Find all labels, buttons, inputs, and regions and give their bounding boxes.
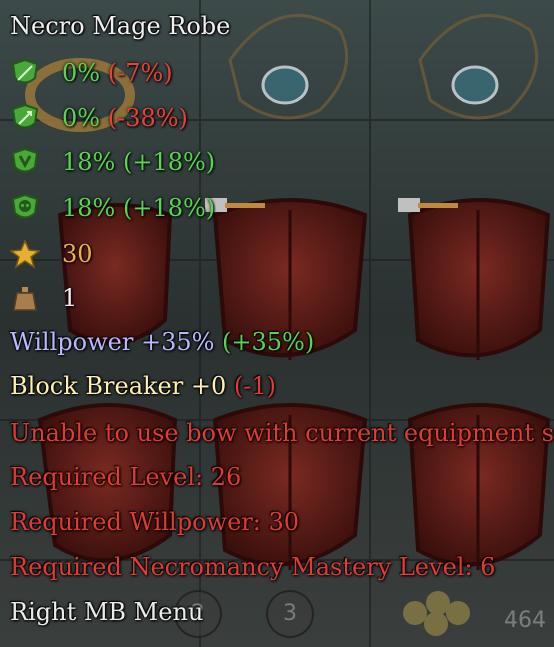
attribute-name: Willpower	[10, 328, 134, 356]
piercing-shield-icon	[10, 103, 40, 133]
block-breaker-value: +0	[190, 372, 227, 400]
warning-bow-unusable: Unable to use bow with current equipment…	[10, 419, 554, 447]
stat-value: 0%	[62, 59, 101, 87]
item-name: Necro Mage Robe	[10, 12, 231, 40]
stat-row-value: 30	[62, 239, 93, 269]
item-tooltip: Necro Mage Robe 0% (-7%) 0% (-38%) 18% (…	[0, 0, 554, 647]
stat-delta: (+18%)	[122, 148, 216, 176]
stat-value: 18%	[62, 194, 116, 222]
arrow-shield-icon	[10, 58, 40, 88]
attribute-delta: (+35%)	[222, 328, 315, 356]
requirement-willpower: Required Willpower: 30	[10, 508, 299, 536]
stat-value: 0%	[62, 104, 101, 132]
block-breaker-row: Block Breaker +0 (-1)	[10, 371, 276, 401]
stat-row-weight: 1	[62, 283, 77, 313]
requirement-level: Required Level: 26	[10, 463, 242, 491]
stat-row-arrow-defense: 0% (-7%)	[62, 58, 173, 88]
stat-value: 30	[62, 240, 93, 268]
block-breaker-name: Block Breaker	[10, 372, 184, 400]
stat-delta: (-38%)	[107, 104, 188, 132]
stat-value: 18%	[62, 148, 116, 176]
star-icon	[10, 239, 40, 269]
weight-icon	[10, 283, 40, 313]
stat-value: 1	[62, 284, 78, 312]
magic-shield-icon	[10, 147, 40, 177]
block-breaker-delta: (-1)	[233, 372, 276, 400]
stat-row-poison-defense: 18% (+18%)	[62, 193, 215, 223]
skull-shield-icon	[10, 193, 40, 223]
stat-row-magic-defense: 18% (+18%)	[62, 147, 215, 177]
stat-delta: (+18%)	[122, 194, 216, 222]
attribute-row-willpower: Willpower +35% (+35%)	[10, 327, 314, 357]
attribute-value: +35%	[140, 328, 215, 356]
stat-delta: (-7%)	[107, 59, 173, 87]
requirement-necromancy-mastery: Required Necromancy Mastery Level: 6	[10, 553, 496, 581]
right-mouse-menu-hint: Right MB Menu	[10, 598, 204, 626]
stat-row-piercing-defense: 0% (-38%)	[62, 103, 188, 133]
